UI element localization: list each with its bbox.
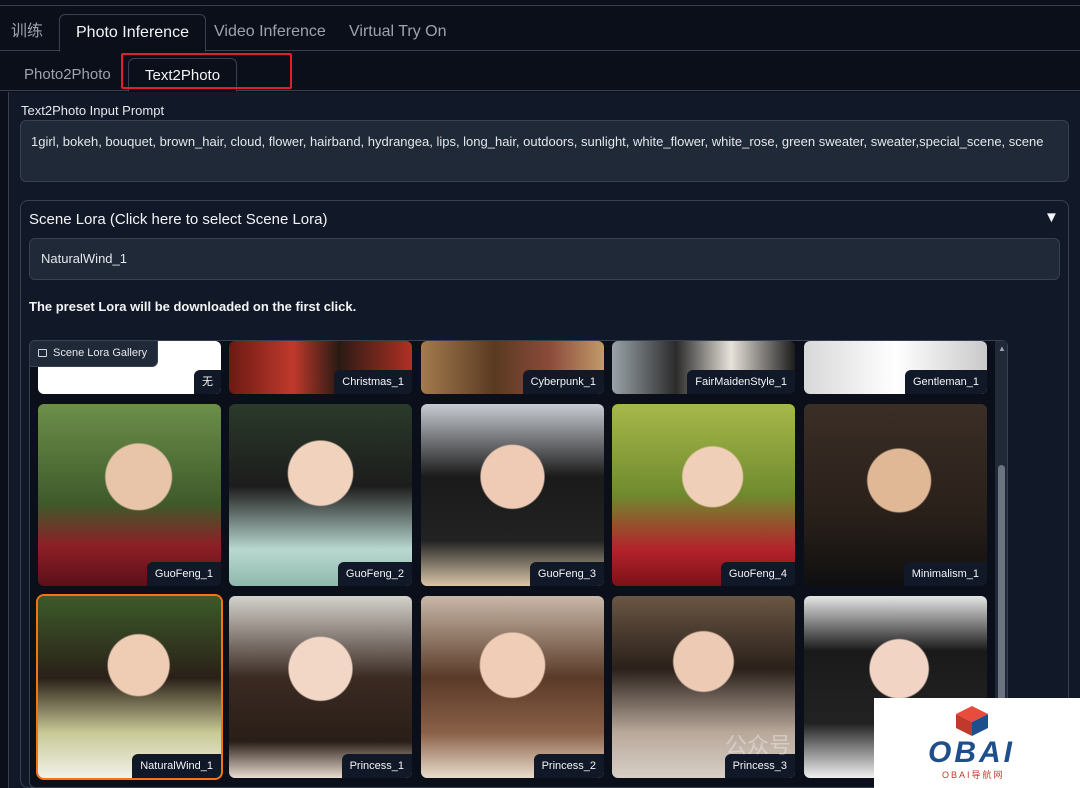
gallery-item-guofeng-4[interactable]: GuoFeng_4 (612, 404, 795, 586)
thumbnail-image (229, 404, 412, 586)
collapse-arrow-icon[interactable]: ▼ (1044, 209, 1059, 226)
tab-text2photo[interactable]: Text2Photo (128, 58, 238, 92)
tab-training[interactable]: 训练 (11, 14, 43, 51)
gallery-caption: Christmas_1 (334, 370, 412, 394)
gallery-item-guofeng-1[interactable]: GuoFeng_1 (38, 404, 221, 586)
gallery-caption: Princess_1 (341, 754, 412, 778)
scene-lora-header[interactable]: Scene Lora (Click here to select Scene L… (29, 211, 327, 228)
thumbnail-image (38, 404, 221, 586)
gallery-caption: GuoFeng_2 (337, 562, 412, 586)
image-icon (38, 349, 47, 357)
thumbnail-image (229, 596, 412, 778)
gallery-item-naturalwind[interactable]: NaturalWind_1 (36, 594, 223, 780)
gallery-item-princess-1[interactable]: Princess_1 (229, 596, 412, 778)
download-notice: The preset Lora will be downloaded on th… (29, 299, 357, 314)
gallery-label: Scene Lora Gallery (29, 340, 159, 367)
top-border (0, 0, 1080, 6)
obai-logo-subtitle: OBAI导航网 (942, 770, 1005, 780)
tab-virtual-try-on[interactable]: Virtual Try On (349, 14, 447, 51)
gallery-caption: Cyberpunk_1 (522, 370, 604, 394)
obai-logo-text: OBAI (928, 736, 1015, 769)
gallery-caption: GuoFeng_3 (529, 562, 604, 586)
prompt-textarea[interactable]: 1girl, bokeh, bouquet, brown_hair, cloud… (20, 120, 1069, 182)
gallery-caption: FairMaidenStyle_1 (687, 370, 795, 394)
gallery-item-guofeng-3[interactable]: GuoFeng_3 (421, 404, 604, 586)
thumbnail-image (38, 596, 221, 778)
gallery-caption: GuoFeng_4 (720, 562, 795, 586)
prompt-label: Text2Photo Input Prompt (21, 103, 165, 118)
gallery-item-princess-2[interactable]: Princess_2 (421, 596, 604, 778)
watermark-text: 公众号 (725, 733, 792, 758)
thumbnail-image (421, 404, 604, 586)
gallery-item-guofeng-2[interactable]: GuoFeng_2 (229, 404, 412, 586)
scene-lora-input[interactable]: NaturalWind_1 (29, 238, 1060, 280)
tab-photo-inference[interactable]: Photo Inference (59, 14, 206, 52)
gallery-item-cyberpunk[interactable]: Cyberpunk_1 (421, 341, 604, 394)
main-tab-bar: 训练 Photo Inference Video Inference Virtu… (0, 14, 1080, 52)
tab-video-inference[interactable]: Video Inference (214, 14, 326, 51)
thumbnail-image (421, 596, 604, 778)
scroll-up-arrow-icon[interactable]: ▲ (998, 344, 1006, 353)
gallery-label-text: Scene Lora Gallery (53, 347, 148, 359)
gallery-item-fairmaidenstyle[interactable]: FairMaidenStyle_1 (612, 341, 795, 394)
gallery-caption: NaturalWind_1 (132, 754, 221, 778)
gallery-caption: 无 (194, 370, 221, 394)
gallery-item-gentleman[interactable]: Gentleman_1 (804, 341, 987, 394)
gallery-caption: Gentleman_1 (904, 370, 987, 394)
gallery-item-minimalism[interactable]: Minimalism_1 (804, 404, 987, 586)
sub-tab-bar: Photo2Photo Text2Photo (0, 58, 1080, 92)
tab-photo2photo[interactable]: Photo2Photo (24, 58, 111, 91)
gallery-caption: Minimalism_1 (903, 562, 987, 586)
cube-logo-icon (956, 706, 988, 736)
gallery-caption: GuoFeng_1 (146, 562, 221, 586)
gallery-caption: Princess_2 (533, 754, 604, 778)
thumbnail-image (612, 404, 795, 586)
thumbnail-image (804, 404, 987, 586)
gallery-item-christmas[interactable]: Christmas_1 (229, 341, 412, 394)
